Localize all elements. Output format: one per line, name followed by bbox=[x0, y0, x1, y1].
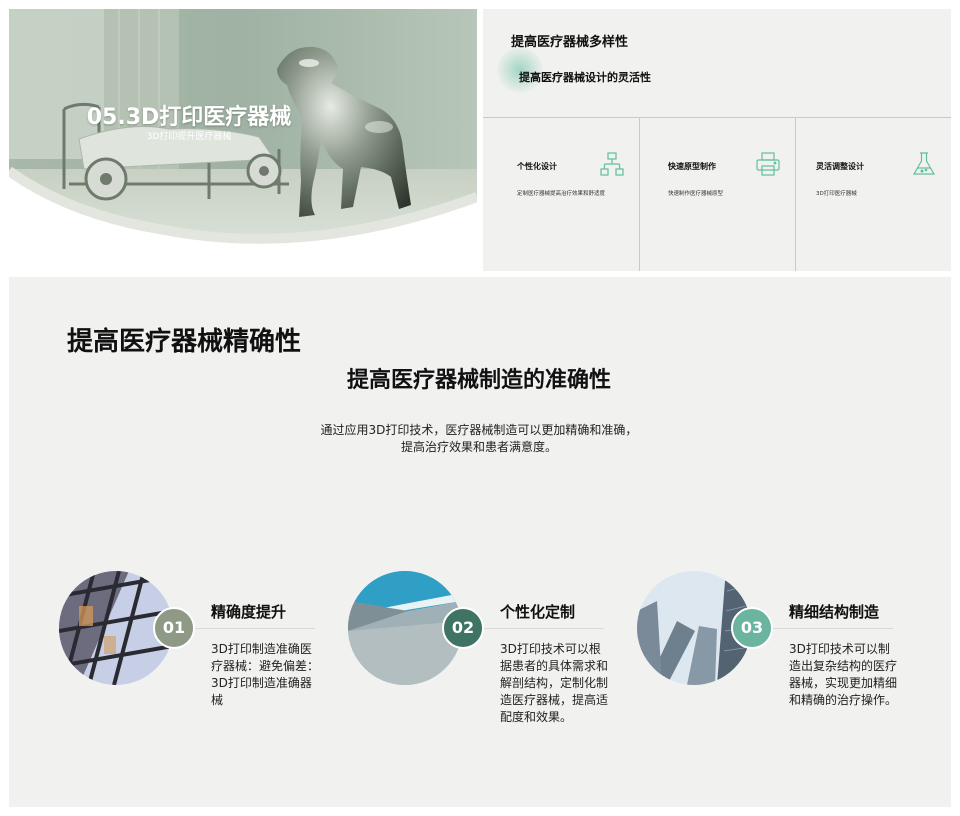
feature-item-structure: 03 精细结构制造 3D打印技术可以制造出复杂结构的医疗器械，实现更加精细和精确… bbox=[637, 571, 897, 751]
feature-item-custom: 02 个性化定制 3D打印技术可以根据患者的具体需求和解剖结构，定制化制造医疗器… bbox=[348, 571, 608, 751]
slide-cover: 05.3D打印医疗器械 3D打印提升医疗器械 bbox=[9, 9, 477, 271]
card-desc: 3D打印医疗器械 bbox=[816, 191, 857, 197]
feature-card-adjust: 灵活调整设计 3D打印医疗器械 bbox=[795, 117, 951, 271]
description-line: 提高治疗效果和患者满意度。 bbox=[400, 440, 557, 454]
item-title: 个性化定制 bbox=[500, 603, 576, 621]
cover-subtitle: 3D打印提升医疗器械 bbox=[146, 132, 232, 142]
item-title: 精细结构制造 bbox=[789, 603, 880, 621]
card-desc: 快速制作医疗器械原型 bbox=[668, 191, 724, 197]
slide3-title: 提高医疗器械精确性 bbox=[67, 327, 302, 357]
printer-icon bbox=[756, 152, 780, 176]
slide-diversity: 提高医疗器械多样性 提高医疗器械设计的灵活性 个性化设计 定制医疗器械提高治疗效… bbox=[483, 9, 951, 271]
slide3-subtitle: 提高医疗器械制造的准确性 bbox=[346, 368, 611, 393]
feature-card-prototype: 快速原型制作 快速制作医疗器械原型 bbox=[639, 117, 795, 271]
cover-title: 05.3D打印医疗器械 bbox=[86, 105, 292, 130]
card-title: 快速原型制作 bbox=[668, 162, 716, 171]
sitemap-icon bbox=[600, 152, 624, 176]
divider bbox=[195, 628, 315, 629]
card-desc: 定制医疗器械提高治疗效果和舒适度 bbox=[517, 191, 606, 197]
item-text: 3D打印技术可以根据患者的具体需求和解剖结构，定制化制造医疗器械，提高适配度和效… bbox=[500, 642, 609, 724]
slide3-description: 通过应用3D打印技术，医疗器械制造可以更加精确和准确， 提高治疗效果和患者满意度… bbox=[9, 422, 949, 456]
feature-card-personalized: 个性化设计 定制医疗器械提高治疗效果和舒适度 bbox=[483, 117, 639, 271]
feature-item-precision: 01 精确度提升 3D打印制造准确医疗器械：避免偏差：3D打印制造准确器械 bbox=[59, 571, 319, 751]
divider bbox=[484, 628, 604, 629]
item-text: 3D打印技术可以制造出复杂结构的医疗器械，实现更加精细和精确的治疗操作。 bbox=[789, 642, 898, 707]
item-title: 精确度提升 bbox=[211, 603, 287, 621]
flask-icon bbox=[912, 152, 936, 175]
card-title: 灵活调整设计 bbox=[816, 162, 864, 171]
slide-precision: 提高医疗器械精确性 提高医疗器械制造的准确性 通过应用3D打印技术，医疗器械制造… bbox=[9, 277, 951, 807]
step-badge: 03 bbox=[731, 607, 773, 649]
step-badge: 02 bbox=[442, 607, 484, 649]
slide2-title: 提高医疗器械多样性 bbox=[511, 35, 629, 50]
card-title: 个性化设计 bbox=[517, 162, 557, 171]
divider bbox=[773, 628, 893, 629]
slide2-subtitle: 提高医疗器械设计的灵活性 bbox=[519, 71, 651, 84]
step-badge: 01 bbox=[153, 607, 195, 649]
description-line: 通过应用3D打印技术，医疗器械制造可以更加精确和准确， bbox=[320, 423, 638, 437]
item-text: 3D打印制造准确医疗器械：避免偏差：3D打印制造准确器械 bbox=[211, 642, 320, 707]
